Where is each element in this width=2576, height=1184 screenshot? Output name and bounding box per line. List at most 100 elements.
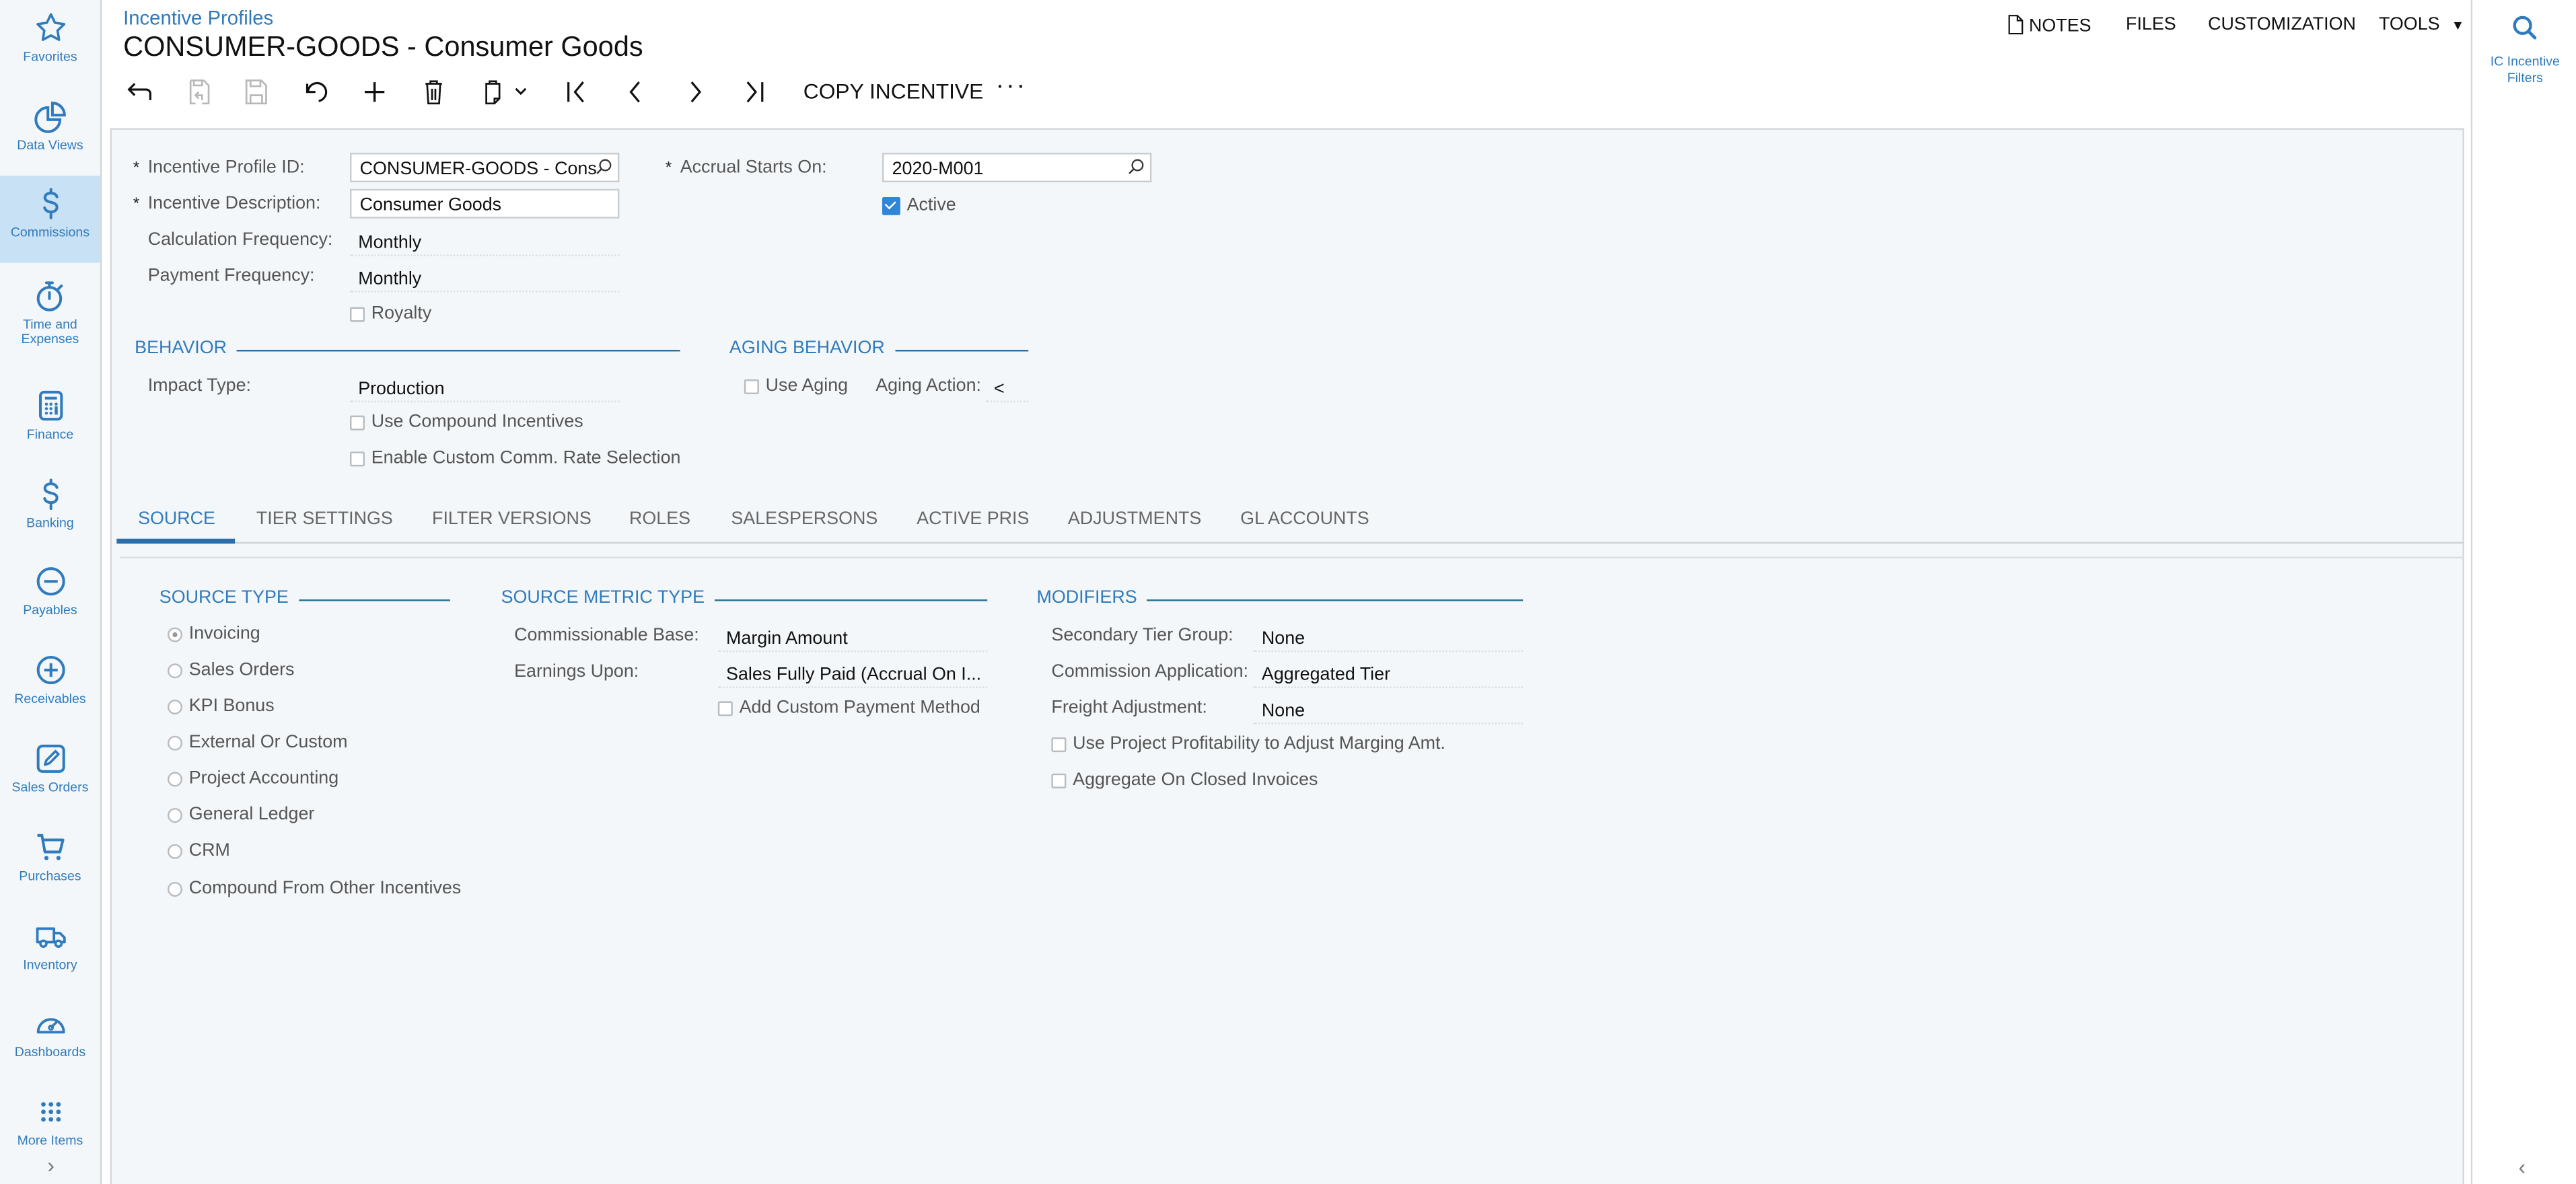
commissionable-base-select[interactable]: Margin Amount bbox=[717, 622, 988, 653]
copy-incentive-button[interactable]: COPY INCENTIVE bbox=[803, 79, 983, 104]
add-new-button[interactable] bbox=[360, 77, 390, 107]
required-marker: * bbox=[133, 195, 140, 214]
add-custom-payment-method-label: Add Custom Payment Method bbox=[739, 698, 980, 718]
impact-type-label: Impact Type: bbox=[147, 376, 251, 396]
nav-item-banking[interactable]: Banking bbox=[0, 466, 100, 553]
tab-gl-accounts[interactable]: GL ACCOUNTS bbox=[1240, 509, 1369, 529]
payment-frequency-select[interactable]: Monthly bbox=[349, 263, 620, 293]
commission-application-select[interactable]: Aggregated Tier bbox=[1253, 659, 1524, 688]
back-button[interactable] bbox=[125, 77, 155, 107]
nav-item-data-views[interactable]: Data Views bbox=[0, 89, 100, 176]
earnings-upon-select[interactable]: Sales Fully Paid (Accrual On I... bbox=[717, 659, 988, 688]
radio-label: CRM bbox=[188, 840, 230, 861]
incentive-profile-id-input[interactable]: CONSUMER-GOODS - Cons bbox=[349, 153, 620, 182]
cancel-button[interactable] bbox=[301, 77, 330, 107]
active-tab-indicator bbox=[116, 538, 236, 544]
notes-button[interactable]: NOTES bbox=[2007, 15, 2091, 36]
use-aging-checkbox[interactable]: Use Aging bbox=[744, 376, 848, 396]
accrual-starts-on-value: 2020-M001 bbox=[892, 159, 984, 180]
floppy-disk-icon bbox=[245, 79, 267, 105]
checkbox-box bbox=[349, 414, 365, 430]
aggregate-closed-invoices-checkbox[interactable]: Aggregate On Closed Invoices bbox=[1051, 770, 1318, 790]
minus-circle-icon bbox=[36, 567, 65, 596]
secondary-tier-group-select[interactable]: None bbox=[1253, 622, 1524, 653]
royalty-checkbox[interactable]: Royalty bbox=[349, 304, 431, 324]
chevron-down-icon bbox=[515, 87, 527, 96]
nav-label: Receivables bbox=[14, 691, 86, 706]
nav-item-payables[interactable]: Payables bbox=[0, 554, 100, 640]
active-checkbox[interactable]: Active bbox=[882, 196, 956, 215]
tab-roles[interactable]: ROLES bbox=[629, 509, 690, 529]
aging-action-select[interactable]: < bbox=[985, 373, 1029, 403]
use-project-profitability-checkbox[interactable]: Use Project Profitability to Adjust Marg… bbox=[1051, 734, 1445, 754]
return-arrow-icon bbox=[127, 83, 151, 100]
nav-item-time-and-expenses[interactable]: Time and Expenses bbox=[0, 268, 100, 363]
use-compound-incentives-checkbox[interactable]: Use Compound Incentives bbox=[349, 412, 583, 432]
incentive-profile-id-value: CONSUMER-GOODS - Cons bbox=[359, 159, 597, 180]
radio-dot bbox=[168, 807, 182, 822]
calculation-frequency-select[interactable]: Monthly bbox=[349, 227, 620, 256]
add-custom-payment-method-checkbox[interactable]: Add Custom Payment Method bbox=[717, 698, 980, 718]
save-button[interactable] bbox=[242, 77, 271, 107]
impact-type-select[interactable]: Production bbox=[349, 373, 620, 403]
enable-custom-comm-rate-checkbox[interactable]: Enable Custom Comm. Rate Selection bbox=[349, 448, 681, 468]
source-type-radio-sales-orders[interactable]: Sales Orders bbox=[168, 660, 294, 680]
tab-filter-versions[interactable]: FILTER VERSIONS bbox=[432, 509, 592, 529]
last-record-button[interactable] bbox=[740, 77, 769, 107]
customization-button[interactable]: CUSTOMIZATION bbox=[2208, 15, 2356, 34]
accrual-starts-on-input[interactable]: 2020-M001 bbox=[882, 153, 1152, 182]
next-record-button[interactable] bbox=[680, 77, 710, 107]
tools-menu-button[interactable]: TOOLS ▼ bbox=[2379, 15, 2464, 34]
incentive-description-input[interactable]: Consumer Goods bbox=[349, 188, 620, 219]
nav-item-inventory[interactable]: Inventory bbox=[0, 908, 100, 995]
nav-item-favorites[interactable]: Favorites bbox=[0, 0, 100, 87]
delete-button[interactable] bbox=[419, 77, 449, 107]
previous-record-button[interactable] bbox=[621, 77, 651, 107]
nav-item-commissions[interactable]: Commissions bbox=[0, 176, 100, 263]
more-actions-button[interactable]: ··· bbox=[995, 72, 1026, 102]
nav-item-dashboards[interactable]: Dashboards bbox=[0, 995, 100, 1082]
tab-active-pris[interactable]: ACTIVE PRIS bbox=[917, 509, 1029, 529]
nav-label: Sales Orders bbox=[11, 780, 89, 795]
tab-adjustments[interactable]: ADJUSTMENTS bbox=[1068, 509, 1201, 529]
nav-label: More Items bbox=[17, 1133, 83, 1148]
nav-item-purchases[interactable]: Purchases bbox=[0, 819, 100, 906]
source-type-radio-compound[interactable]: Compound From Other Incentives bbox=[168, 879, 461, 898]
tab-tier-settings[interactable]: TIER SETTINGS bbox=[256, 509, 393, 529]
aging-behavior-section-header: AGING BEHAVIOR bbox=[729, 338, 1029, 358]
search-icon[interactable] bbox=[595, 157, 613, 176]
required-marker: * bbox=[665, 159, 672, 178]
source-type-radio-general-ledger[interactable]: General Ledger bbox=[168, 805, 314, 825]
nav-item-receivables[interactable]: Receivables bbox=[0, 642, 100, 729]
section-divider bbox=[236, 349, 680, 352]
required-marker: * bbox=[133, 159, 140, 178]
source-type-radio-kpi-bonus[interactable]: KPI Bonus bbox=[168, 696, 275, 716]
source-type-radio-crm[interactable]: CRM bbox=[168, 841, 230, 860]
source-type-radio-project-accounting[interactable]: Project Accounting bbox=[168, 769, 338, 788]
nav-item-sales-orders[interactable]: Sales Orders bbox=[0, 731, 100, 817]
plus-circle-icon bbox=[36, 656, 65, 685]
nav-label: Favorites bbox=[23, 49, 77, 65]
radio-label: External Or Custom bbox=[188, 732, 348, 753]
search-icon[interactable] bbox=[1127, 157, 1145, 176]
tab-salespersons[interactable]: SALESPERSONS bbox=[731, 509, 878, 529]
enable-custom-comm-rate-label: Enable Custom Comm. Rate Selection bbox=[371, 448, 681, 468]
save-and-close-button[interactable] bbox=[184, 77, 213, 107]
source-type-radio-external-or-custom[interactable]: External Or Custom bbox=[168, 733, 348, 752]
nav-item-finance[interactable]: Finance bbox=[0, 377, 100, 464]
first-record-button[interactable] bbox=[562, 77, 592, 107]
freight-adjustment-select[interactable]: None bbox=[1253, 695, 1524, 725]
files-button[interactable]: FILES bbox=[2126, 15, 2176, 34]
checkbox-box bbox=[744, 378, 759, 394]
collapse-panel-chevron-icon[interactable]: ‹ bbox=[2519, 1154, 2526, 1179]
tab-source[interactable]: SOURCE bbox=[138, 509, 215, 529]
clipboard-dropdown[interactable] bbox=[511, 77, 530, 107]
dollar-icon bbox=[42, 478, 58, 511]
breadcrumb-incentive-profiles[interactable]: Incentive Profiles bbox=[123, 7, 273, 30]
expand-nav-chevron-icon[interactable]: › bbox=[40, 1154, 63, 1177]
source-type-radio-invoicing[interactable]: Invoicing bbox=[168, 624, 260, 644]
clipboard-button[interactable] bbox=[478, 77, 507, 107]
radio-dot bbox=[168, 881, 182, 896]
behavior-section-header: BEHAVIOR bbox=[135, 338, 680, 358]
ic-incentive-filters-button[interactable]: IC Incentive Filters bbox=[2472, 13, 2576, 87]
